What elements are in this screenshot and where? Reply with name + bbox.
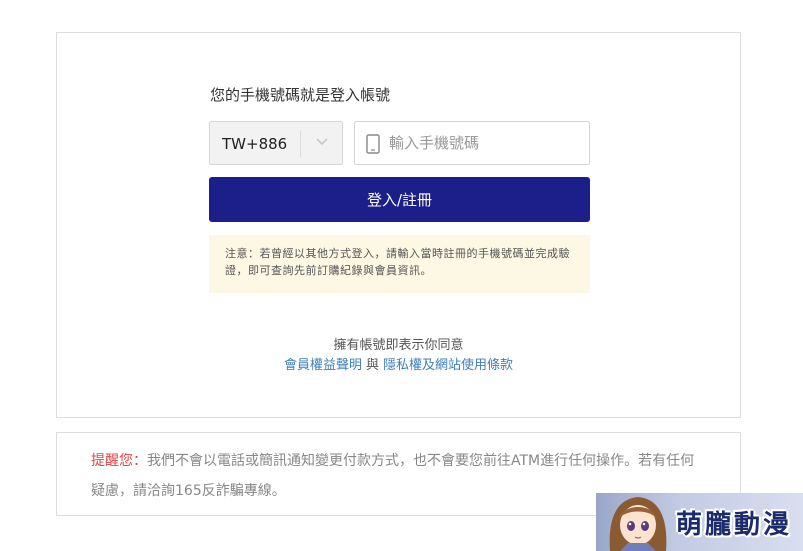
chevron-down-icon (316, 138, 328, 146)
warning-label: 提醒您： (91, 453, 147, 469)
country-code-select[interactable]: TW+886 (209, 121, 343, 165)
member-rights-link[interactable]: 會員權益聲明 (284, 358, 362, 373)
login-register-button[interactable]: 登入/註冊 (209, 177, 590, 222)
terms-agreement: 擁有帳號即表示你同意 會員權益聲明與隱私權及網站使用條款 (57, 336, 740, 376)
mobile-phone-icon (366, 134, 380, 154)
terms-and-text: 與 (365, 358, 379, 373)
watermark-text: 萌朧動漫 (676, 510, 793, 540)
privacy-terms-link[interactable]: 隱私權及網站使用條款 (383, 358, 513, 373)
login-card: 您的手機號碼就是登入帳號 TW+886 登入/註冊 注意：若曾經以其他方式登入，… (56, 32, 741, 418)
phone-input[interactable] (389, 130, 579, 156)
login-heading: 您的手機號碼就是登入帳號 (210, 86, 391, 104)
phone-field[interactable] (354, 121, 590, 165)
mascot-image (609, 497, 667, 551)
country-code-value: TW+886 (222, 135, 288, 153)
watermark: 萌朧動漫 (596, 493, 803, 551)
select-divider (300, 131, 301, 157)
terms-agree-text: 擁有帳號即表示你同意 (333, 338, 464, 353)
notice-box: 注意：若曾經以其他方式登入，請輸入當時註冊的手機號碼並完成驗證，即可查詢先前訂購… (209, 235, 590, 293)
